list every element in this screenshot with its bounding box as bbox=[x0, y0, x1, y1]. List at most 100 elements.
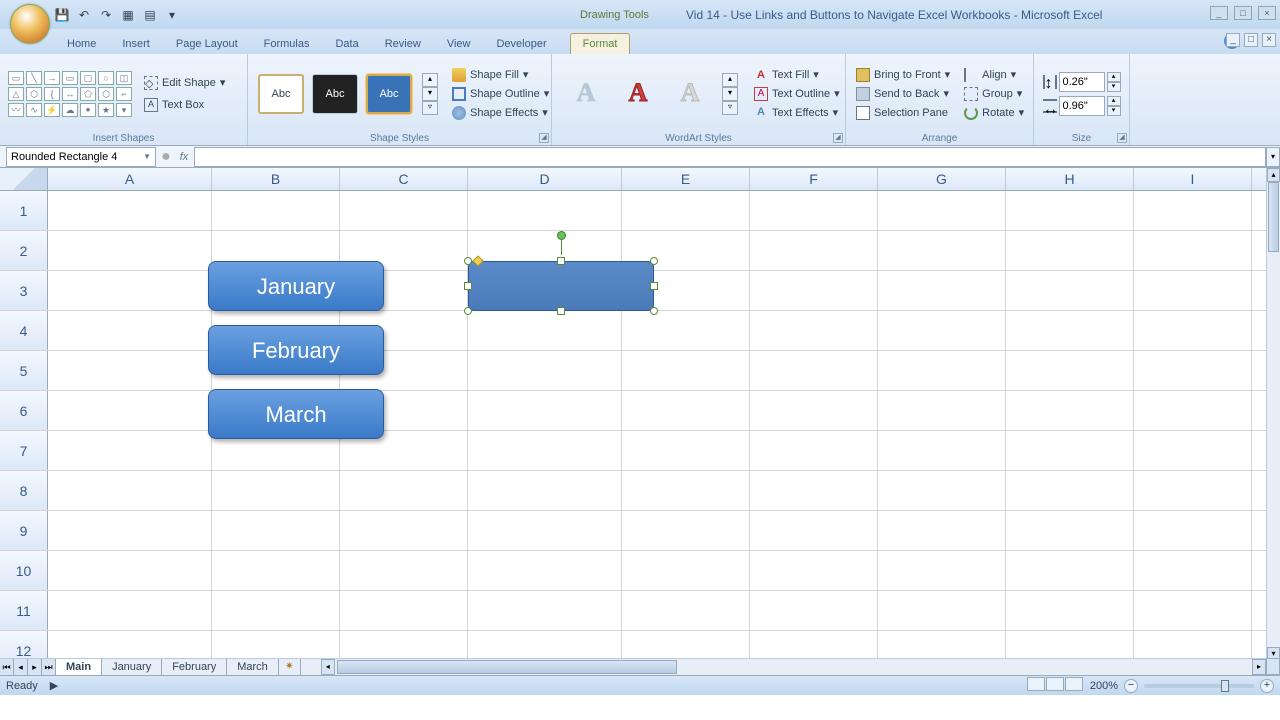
close-button[interactable]: × bbox=[1258, 6, 1276, 20]
cell[interactable] bbox=[340, 631, 468, 661]
shape-tri-icon[interactable]: △ bbox=[8, 87, 24, 101]
cell[interactable] bbox=[340, 271, 468, 310]
hscroll-thumb[interactable] bbox=[337, 660, 677, 674]
zoom-thumb[interactable] bbox=[1221, 680, 1229, 692]
cell[interactable] bbox=[1134, 271, 1252, 310]
shape-star-icon[interactable]: ⬠ bbox=[80, 87, 96, 101]
cell[interactable] bbox=[622, 591, 750, 630]
shape-hex-icon[interactable]: ⬡ bbox=[98, 87, 114, 101]
cell[interactable] bbox=[878, 631, 1006, 661]
cell[interactable] bbox=[878, 511, 1006, 550]
row-header[interactable]: 8 bbox=[0, 471, 48, 510]
tab-home[interactable]: Home bbox=[54, 33, 109, 54]
zoom-in-button[interactable]: + bbox=[1260, 679, 1274, 693]
gallery-more-icon[interactable]: ▿ bbox=[422, 101, 438, 115]
shapes-gallery[interactable]: ▭╲→▭▢○◫ △⬡{↔⬠⬡⌐ 〰∿⚡☁✦★▾ bbox=[6, 69, 136, 119]
col-header[interactable]: E bbox=[622, 168, 750, 190]
row-header[interactable]: 3 bbox=[0, 271, 48, 310]
cell[interactable] bbox=[1006, 351, 1134, 390]
row-header[interactable]: 4 bbox=[0, 311, 48, 350]
height-up[interactable]: ▴ bbox=[1107, 72, 1121, 82]
cell[interactable] bbox=[750, 391, 878, 430]
cell[interactable] bbox=[878, 471, 1006, 510]
shape-line-icon[interactable]: ╲ bbox=[26, 71, 42, 85]
sheet-tab-main[interactable]: Main bbox=[56, 659, 102, 675]
col-header[interactable]: D bbox=[468, 168, 622, 190]
cell[interactable] bbox=[622, 511, 750, 550]
cell[interactable] bbox=[212, 191, 340, 230]
align-button[interactable]: Align ▾ bbox=[960, 67, 1028, 83]
cell[interactable] bbox=[48, 351, 212, 390]
cell[interactable] bbox=[750, 511, 878, 550]
row-header[interactable]: 1 bbox=[0, 191, 48, 230]
col-header[interactable]: I bbox=[1134, 168, 1252, 190]
cell[interactable] bbox=[878, 271, 1006, 310]
cell[interactable] bbox=[48, 391, 212, 430]
qat-icon[interactable]: ▦ bbox=[118, 5, 138, 25]
shape-bolt-icon[interactable]: ⚡ bbox=[44, 103, 60, 117]
cell[interactable] bbox=[622, 471, 750, 510]
shape-conn-icon[interactable]: ⌐ bbox=[116, 87, 132, 101]
cell[interactable] bbox=[1134, 471, 1252, 510]
macro-record-icon[interactable]: ▶ bbox=[50, 679, 58, 692]
cell[interactable] bbox=[48, 191, 212, 230]
formula-input[interactable] bbox=[194, 147, 1266, 167]
zoom-slider[interactable] bbox=[1144, 684, 1254, 688]
cell[interactable] bbox=[878, 191, 1006, 230]
cell[interactable] bbox=[1006, 471, 1134, 510]
tab-nav-next[interactable]: ▸ bbox=[28, 659, 42, 675]
cell[interactable] bbox=[1006, 631, 1134, 661]
shape-oval-icon[interactable]: ○ bbox=[98, 71, 114, 85]
view-break-button[interactable] bbox=[1065, 677, 1083, 691]
shape-effects-button[interactable]: Shape Effects ▾ bbox=[448, 105, 553, 121]
cell[interactable] bbox=[48, 471, 212, 510]
cell[interactable] bbox=[750, 471, 878, 510]
cell[interactable] bbox=[1006, 191, 1134, 230]
maximize-button[interactable]: □ bbox=[1234, 6, 1252, 20]
horizontal-scrollbar[interactable]: ◂ ▸ bbox=[321, 659, 1266, 675]
cell[interactable] bbox=[878, 231, 1006, 270]
mdi-minimize[interactable]: _ bbox=[1226, 33, 1240, 47]
cell[interactable] bbox=[48, 591, 212, 630]
height-input[interactable] bbox=[1059, 72, 1105, 92]
cell[interactable] bbox=[622, 391, 750, 430]
shape-cloud-icon[interactable]: ☁ bbox=[62, 103, 78, 117]
wa-more-icon[interactable]: ▿ bbox=[722, 101, 738, 115]
formula-bar-expand[interactable]: ▾ bbox=[1266, 147, 1280, 167]
wordart-swatch-1[interactable]: A bbox=[564, 73, 608, 113]
shape-rect-icon[interactable]: ▭ bbox=[62, 71, 78, 85]
cell[interactable] bbox=[1134, 391, 1252, 430]
shape-roundrect-icon[interactable]: ▢ bbox=[80, 71, 96, 85]
edit-shape-button[interactable]: ◇Edit Shape ▾ bbox=[140, 75, 229, 91]
row-header[interactable]: 12 bbox=[0, 631, 48, 661]
cell[interactable] bbox=[878, 351, 1006, 390]
col-header[interactable]: C bbox=[340, 168, 468, 190]
redo-icon[interactable]: ↷ bbox=[96, 5, 116, 25]
mdi-close[interactable]: × bbox=[1262, 33, 1276, 47]
height-down[interactable]: ▾ bbox=[1107, 82, 1121, 92]
row-header[interactable]: 7 bbox=[0, 431, 48, 470]
cell[interactable] bbox=[468, 351, 622, 390]
wa-up-icon[interactable]: ▴ bbox=[722, 73, 738, 87]
cell[interactable] bbox=[750, 591, 878, 630]
cell[interactable] bbox=[340, 471, 468, 510]
cell[interactable] bbox=[48, 551, 212, 590]
cell[interactable] bbox=[1134, 511, 1252, 550]
wa-down-icon[interactable]: ▾ bbox=[722, 87, 738, 101]
style-swatch-3[interactable]: Abc bbox=[366, 74, 412, 114]
shape-textbox-icon[interactable]: ▭ bbox=[8, 71, 24, 85]
cell[interactable] bbox=[468, 431, 622, 470]
cell[interactable] bbox=[48, 311, 212, 350]
col-header[interactable]: A bbox=[48, 168, 212, 190]
cell[interactable] bbox=[468, 471, 622, 510]
gallery-up-icon[interactable]: ▴ bbox=[422, 73, 438, 87]
cell[interactable] bbox=[1134, 191, 1252, 230]
tab-review[interactable]: Review bbox=[372, 33, 434, 54]
cell[interactable] bbox=[212, 311, 340, 350]
tab-nav-first[interactable]: ⏮ bbox=[0, 659, 14, 675]
wordart-swatch-3[interactable]: A bbox=[668, 73, 712, 113]
zoom-out-button[interactable]: − bbox=[1124, 679, 1138, 693]
office-button[interactable] bbox=[10, 4, 50, 44]
cell[interactable] bbox=[1006, 311, 1134, 350]
row-header[interactable]: 11 bbox=[0, 591, 48, 630]
